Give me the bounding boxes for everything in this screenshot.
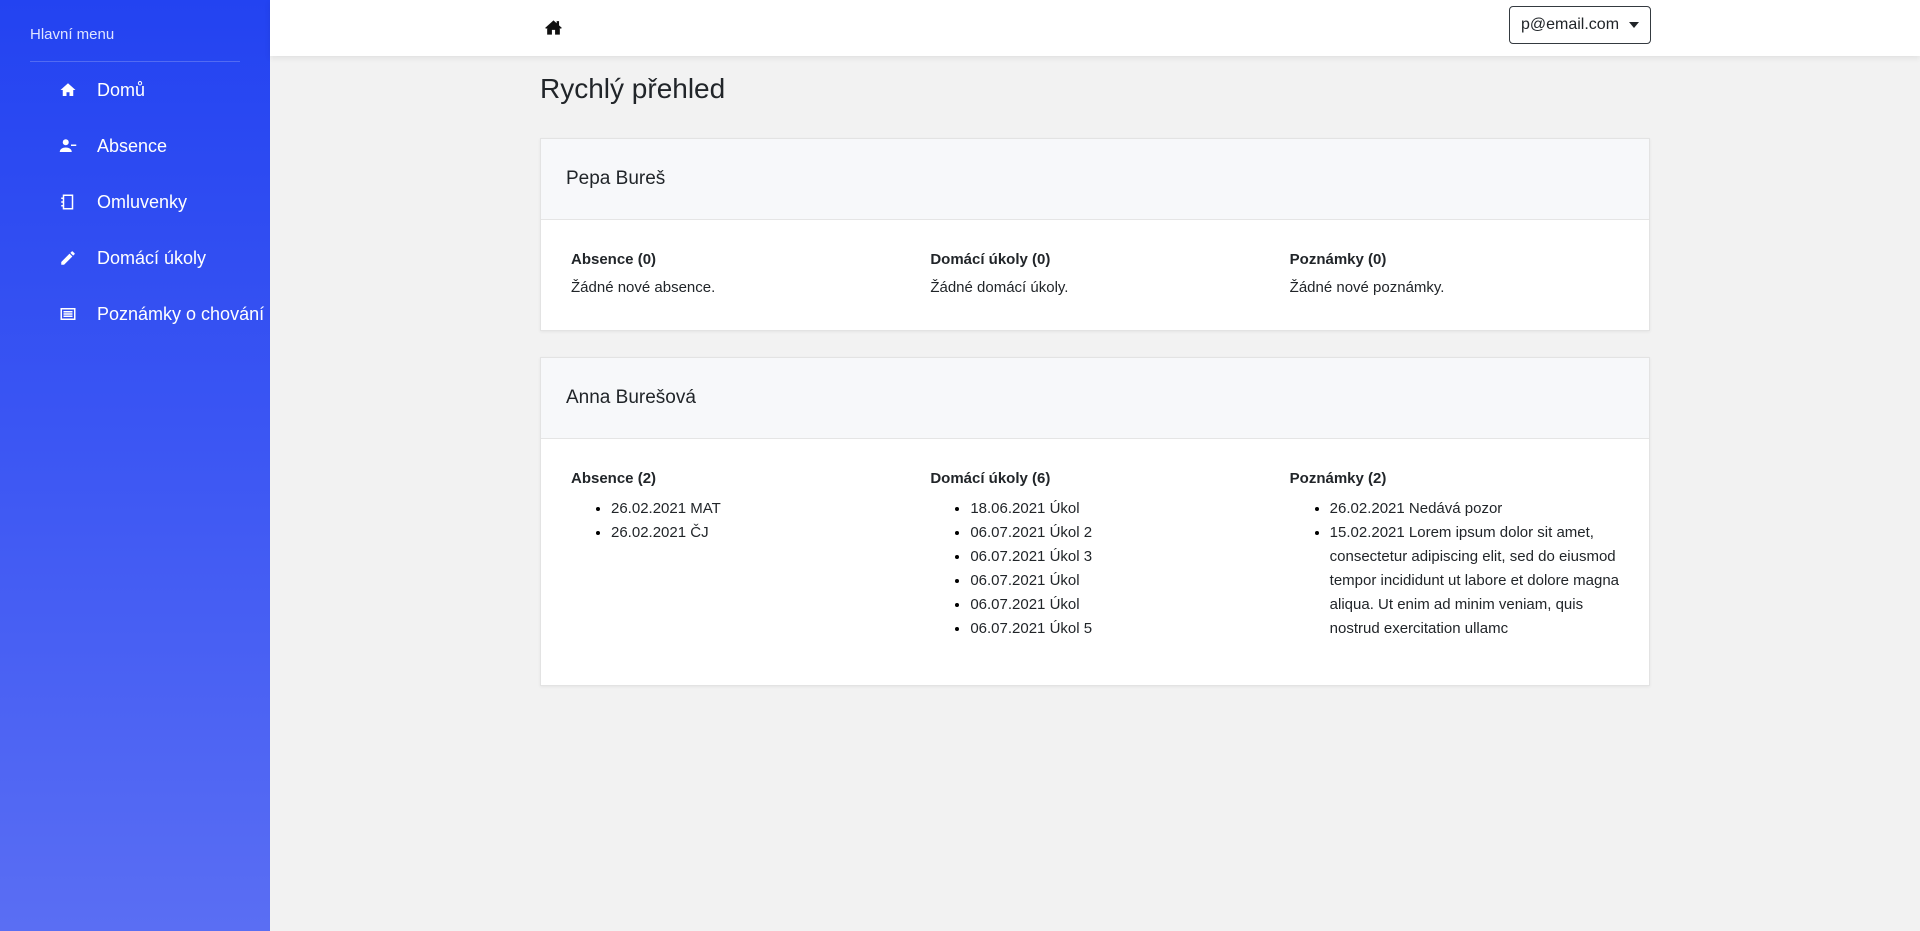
- student-name: Pepa Bureš: [541, 139, 1649, 220]
- sidebar-item-absence[interactable]: Absence: [0, 118, 270, 174]
- list-item: 26.02.2021 Nedává pozor: [1330, 497, 1629, 521]
- notes-heading: Poznámky (2): [1289, 470, 1387, 487]
- chevron-down-icon: [1629, 22, 1640, 28]
- list-item: 26.02.2021 MAT: [611, 497, 910, 521]
- home-button[interactable]: [542, 16, 564, 38]
- absence-section: Absence (0) Žádné nové absence.: [571, 250, 930, 298]
- sidebar-item-label: Omluvenky: [97, 191, 188, 212]
- list-item: 06.07.2021 Úkol 5: [970, 617, 1269, 641]
- notes-heading: Poznámky (0): [1289, 251, 1387, 268]
- absence-section: Absence (2) 26.02.2021 MAT 26.02.2021 ČJ: [571, 469, 930, 641]
- list-item: 06.07.2021 Úkol: [970, 569, 1269, 593]
- notes-list: 26.02.2021 Nedává pozor 15.02.2021 Lorem…: [1290, 497, 1629, 641]
- sidebar-item-poznamky[interactable]: Poznámky o chování: [0, 286, 270, 342]
- notes-empty-text: Žádné nové poznámky.: [1289, 279, 1445, 296]
- list-item: 26.02.2021 ČJ: [611, 521, 910, 545]
- sidebar-item-domaci-ukoly[interactable]: Domácí úkoly: [0, 230, 270, 286]
- sidebar-item-label: Absence: [97, 135, 168, 156]
- homework-list: 18.06.2021 Úkol 06.07.2021 Úkol 2 06.07.…: [930, 497, 1269, 641]
- pencil-icon: [58, 248, 78, 268]
- homework-empty-text: Žádné domácí úkoly.: [930, 279, 1069, 296]
- notes-section: Poznámky (0) Žádné nové poznámky.: [1290, 250, 1649, 298]
- student-card: Pepa Bureš Absence (0) Žádné nové absenc…: [540, 138, 1650, 331]
- card-body: Absence (0) Žádné nové absence. Domácí ú…: [541, 220, 1649, 298]
- page-title: Rychlý přehled: [540, 73, 726, 104]
- homework-heading: Domácí úkoly (6): [930, 470, 1051, 487]
- sidebar: Hlavní menu Domů Absence Omluvenky Domác…: [0, 0, 270, 931]
- homework-section: Domácí úkoly (0) Žádné domácí úkoly.: [930, 250, 1289, 298]
- notes-section: Poznámky (2) 26.02.2021 Nedává pozor 15.…: [1290, 469, 1649, 641]
- list-item: 06.07.2021 Úkol: [970, 593, 1269, 617]
- list-item: 06.07.2021 Úkol 3: [970, 545, 1269, 569]
- sidebar-item-omluvenky[interactable]: Omluvenky: [0, 174, 270, 230]
- sidebar-item-label: Domácí úkoly: [97, 247, 207, 268]
- homework-heading: Domácí úkoly (0): [930, 251, 1051, 268]
- top-bar: p@email.com: [270, 0, 1920, 56]
- user-email: p@email.com: [1520, 16, 1620, 33]
- sidebar-title: Hlavní menu: [30, 26, 115, 43]
- user-dropdown-button[interactable]: p@email.com: [1509, 6, 1651, 44]
- homework-section: Domácí úkoly (6) 18.06.2021 Úkol 06.07.2…: [930, 469, 1289, 641]
- sidebar-item-domu[interactable]: Domů: [0, 62, 270, 118]
- absence-heading: Absence (0): [571, 251, 657, 268]
- list-item: 15.02.2021 Lorem ipsum dolor sit amet, c…: [1330, 521, 1629, 641]
- absence-heading: Absence (2): [571, 470, 657, 487]
- student-name: Anna Burešová: [541, 358, 1649, 439]
- list-icon: [58, 304, 78, 324]
- home-icon: [58, 80, 78, 100]
- list-item: 06.07.2021 Úkol 2: [970, 521, 1269, 545]
- user-minus-icon: [58, 136, 78, 156]
- list-item: 18.06.2021 Úkol: [970, 497, 1269, 521]
- card-body: Absence (2) 26.02.2021 MAT 26.02.2021 ČJ…: [541, 439, 1649, 641]
- sidebar-nav: Domů Absence Omluvenky Domácí úkoly Pozn…: [0, 62, 270, 342]
- sidebar-item-label: Domů: [97, 79, 146, 100]
- home-icon: [544, 18, 563, 37]
- student-card: Anna Burešová Absence (2) 26.02.2021 MAT…: [540, 357, 1650, 686]
- notebook-icon: [58, 192, 78, 212]
- absence-empty-text: Žádné nové absence.: [571, 279, 716, 296]
- absence-list: 26.02.2021 MAT 26.02.2021 ČJ: [571, 497, 910, 545]
- sidebar-item-label: Poznámky o chování: [97, 303, 265, 324]
